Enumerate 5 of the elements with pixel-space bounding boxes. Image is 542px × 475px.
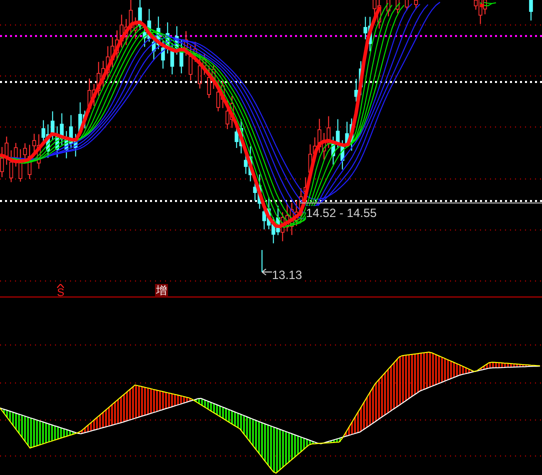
price-label: 14.52 - 14.55 bbox=[306, 206, 377, 220]
price-label: 13.13 bbox=[272, 268, 302, 282]
signal-label: S bbox=[57, 288, 64, 299]
left-arrow-icon bbox=[262, 268, 272, 276]
signal-tag: 增 bbox=[155, 284, 168, 297]
